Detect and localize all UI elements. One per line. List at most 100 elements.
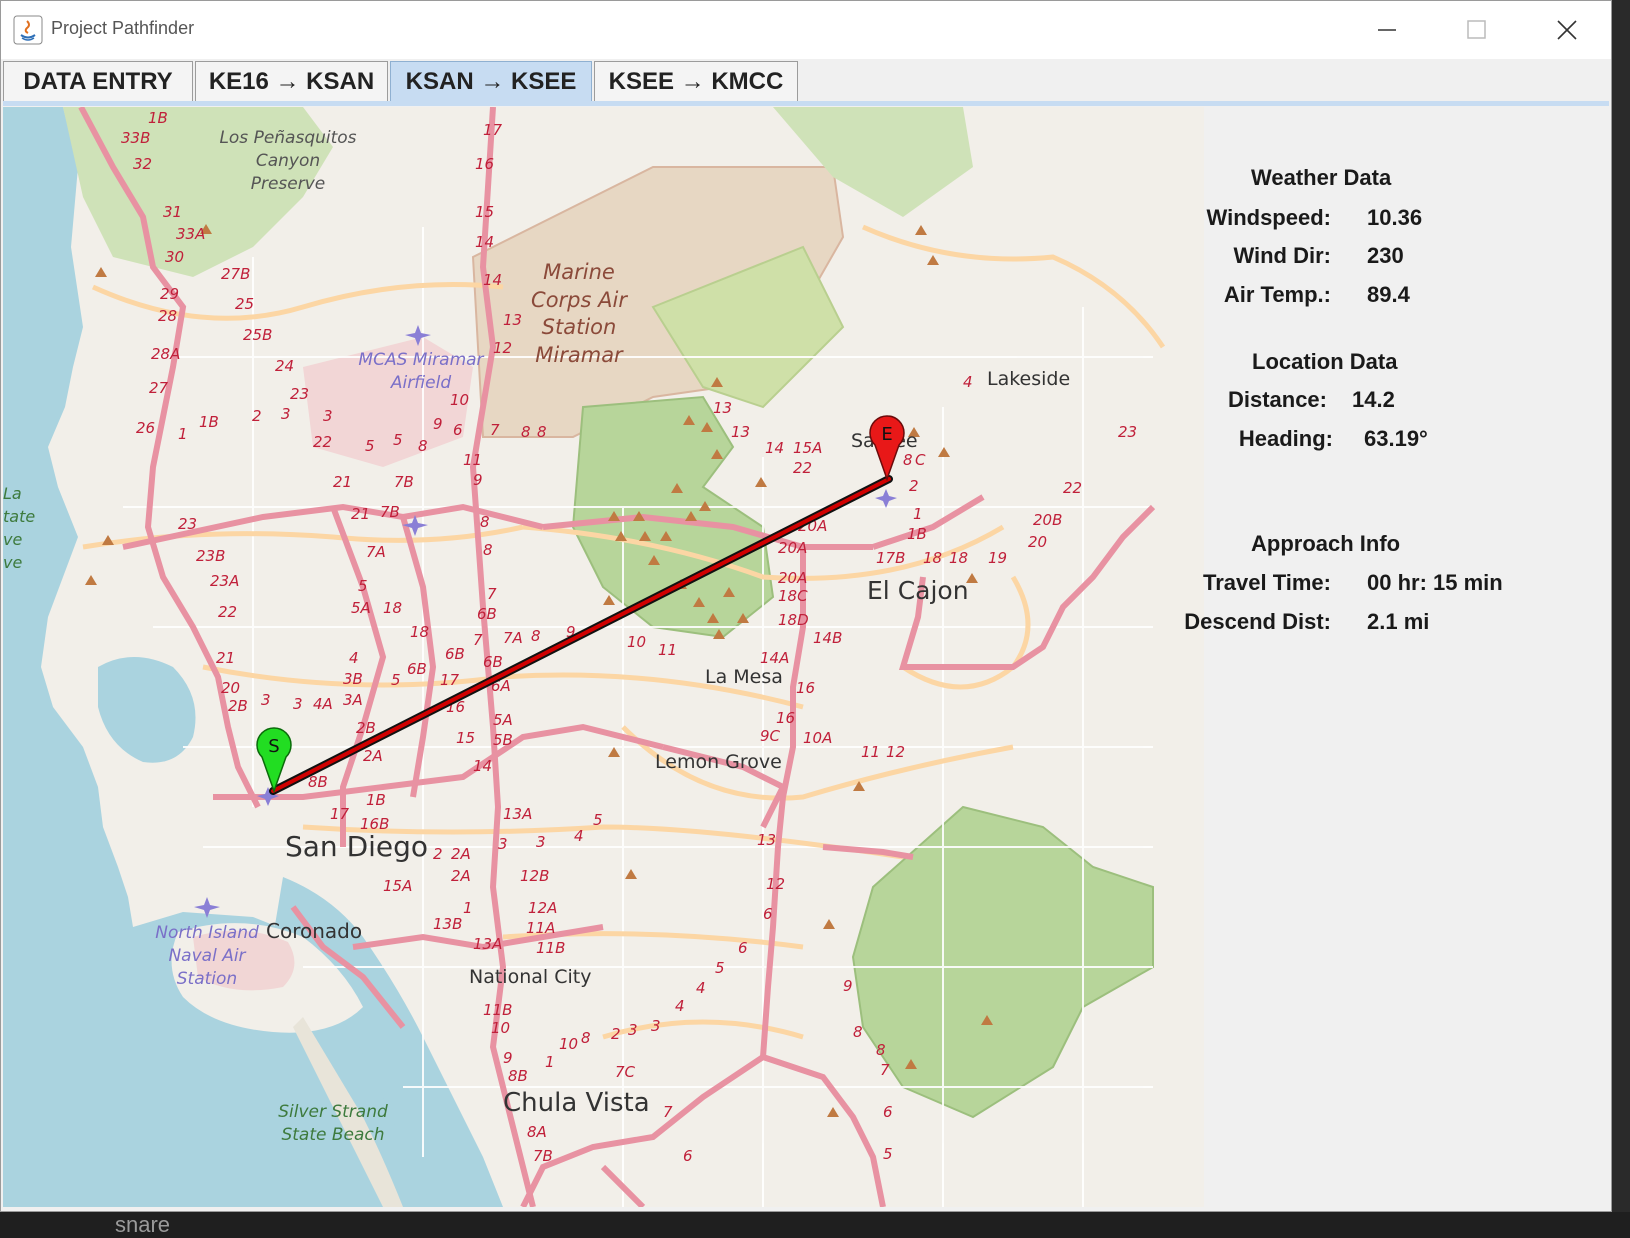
map-view[interactable]: 1B33B3231 33A3027B25 292825B28A 2427 2326… <box>3 107 1204 1207</box>
svg-text:14B: 14B <box>813 629 842 647</box>
minimize-icon <box>1378 29 1396 31</box>
svg-text:8: 8 <box>483 541 493 559</box>
svg-text:7A: 7A <box>366 543 386 561</box>
svg-text:17B: 17B <box>876 549 905 567</box>
svg-text:10: 10 <box>627 633 646 651</box>
svg-text:22: 22 <box>793 459 812 477</box>
svg-text:9: 9 <box>843 977 853 995</box>
map-label-coronado: Coronado <box>266 919 362 943</box>
svg-text:29: 29 <box>160 285 179 303</box>
svg-text:2A: 2A <box>451 867 471 885</box>
svg-text:18: 18 <box>949 549 968 567</box>
svg-text:12: 12 <box>886 743 905 761</box>
svg-text:11B: 11B <box>536 939 565 957</box>
svg-text:8: 8 <box>853 1023 863 1041</box>
tab-ksee-kmcc[interactable]: KSEE → KMCC <box>594 61 798 101</box>
svg-text:9: 9 <box>433 415 443 433</box>
svg-text:9: 9 <box>473 471 483 489</box>
svg-text:2: 2 <box>252 407 262 425</box>
airtemp-value: 89.4 <box>1367 282 1410 307</box>
svg-text:2A: 2A <box>451 845 471 863</box>
svg-text:27B: 27B <box>221 265 250 283</box>
map-label-lajolla-4: ve <box>3 553 22 572</box>
tab-ksan-ksee[interactable]: KSAN → KSEE <box>390 61 592 101</box>
svg-text:23: 23 <box>178 515 197 533</box>
svg-text:13: 13 <box>503 311 522 329</box>
svg-text:C: C <box>915 451 926 469</box>
svg-text:28A: 28A <box>151 345 180 363</box>
svg-text:8: 8 <box>581 1029 591 1047</box>
close-button[interactable] <box>1531 1 1603 59</box>
map-label-lajolla-1: La <box>3 484 22 503</box>
svg-text:8: 8 <box>537 423 547 441</box>
svg-text:13B: 13B <box>433 915 462 933</box>
map-label-elcajon: El Cajon <box>867 576 969 605</box>
svg-text:1: 1 <box>545 1053 555 1071</box>
svg-text:9: 9 <box>503 1049 513 1067</box>
svg-text:20B: 20B <box>1033 511 1062 529</box>
svg-text:22: 22 <box>218 603 237 621</box>
svg-text:7B: 7B <box>380 503 400 521</box>
svg-text:10: 10 <box>450 391 469 409</box>
svg-text:8: 8 <box>903 451 913 469</box>
background-window-edge <box>1612 0 1630 1238</box>
svg-text:25B: 25B <box>243 326 272 344</box>
svg-text:8: 8 <box>521 423 531 441</box>
descend-dist-value: 2.1 mi <box>1367 609 1430 634</box>
minimize-button[interactable] <box>1351 1 1423 59</box>
svg-text:31: 31 <box>163 203 182 221</box>
svg-text:25: 25 <box>235 295 254 313</box>
svg-text:16: 16 <box>776 709 795 727</box>
map-label-sandiego: San Diego <box>285 830 428 863</box>
svg-text:5A: 5A <box>493 711 513 729</box>
svg-text:17: 17 <box>483 121 503 139</box>
svg-text:6B: 6B <box>445 645 465 663</box>
svg-text:5: 5 <box>365 437 375 455</box>
svg-text:5: 5 <box>391 671 401 689</box>
svg-text:1B: 1B <box>148 109 168 127</box>
svg-text:7: 7 <box>490 421 500 439</box>
svg-text:8B: 8B <box>508 1067 528 1085</box>
svg-text:20A: 20A <box>778 569 807 587</box>
app-window: Project Pathfinder DATA ENTRY KE16 → KSA… <box>0 0 1612 1212</box>
svg-text:3: 3 <box>281 405 291 423</box>
svg-text:23: 23 <box>290 385 309 403</box>
svg-text:4: 4 <box>675 997 685 1015</box>
svg-text:16: 16 <box>796 679 815 697</box>
airtemp-label: Air Temp.: <box>1223 282 1331 307</box>
svg-text:7: 7 <box>880 1061 890 1079</box>
map-label-lajolla-3: ve <box>3 530 22 549</box>
svg-text:14A: 14A <box>760 649 789 667</box>
background-taskbar-text: snare <box>115 1212 171 1237</box>
svg-text:18D: 18D <box>778 611 809 629</box>
svg-text:12A: 12A <box>528 899 557 917</box>
svg-text:22: 22 <box>313 433 332 451</box>
maximize-button[interactable] <box>1441 1 1513 59</box>
map-label-penasquitos-2: Canyon <box>256 151 320 171</box>
svg-text:23A: 23A <box>210 572 239 590</box>
svg-text:15A: 15A <box>383 877 412 895</box>
svg-text:1B: 1B <box>907 525 927 543</box>
map-label-marine-3: Station <box>542 315 617 339</box>
tab-data-entry[interactable]: DATA ENTRY <box>3 61 193 101</box>
svg-text:4: 4 <box>574 827 584 845</box>
map-label-northisland-1: North Island <box>155 923 259 943</box>
svg-text:21: 21 <box>216 649 235 667</box>
map-label-northisland-2: Naval Air <box>168 946 246 966</box>
svg-text:13: 13 <box>757 831 776 849</box>
svg-text:5B: 5B <box>493 731 513 749</box>
svg-text:6: 6 <box>683 1147 693 1165</box>
svg-text:3: 3 <box>293 695 303 713</box>
svg-text:1: 1 <box>178 425 188 443</box>
winddir-label: Wind Dir: <box>1233 243 1331 268</box>
tab-ke16-ksan[interactable]: KE16 → KSAN <box>195 61 388 101</box>
svg-text:27: 27 <box>149 379 169 397</box>
svg-text:12: 12 <box>766 875 785 893</box>
svg-text:5: 5 <box>358 577 368 595</box>
winddir-value: 230 <box>1367 243 1404 268</box>
svg-text:18: 18 <box>383 599 402 617</box>
svg-text:4A: 4A <box>313 695 333 713</box>
svg-text:15A: 15A <box>793 439 822 457</box>
map-label-marine-4: Miramar <box>535 343 624 367</box>
svg-text:10: 10 <box>559 1035 578 1053</box>
